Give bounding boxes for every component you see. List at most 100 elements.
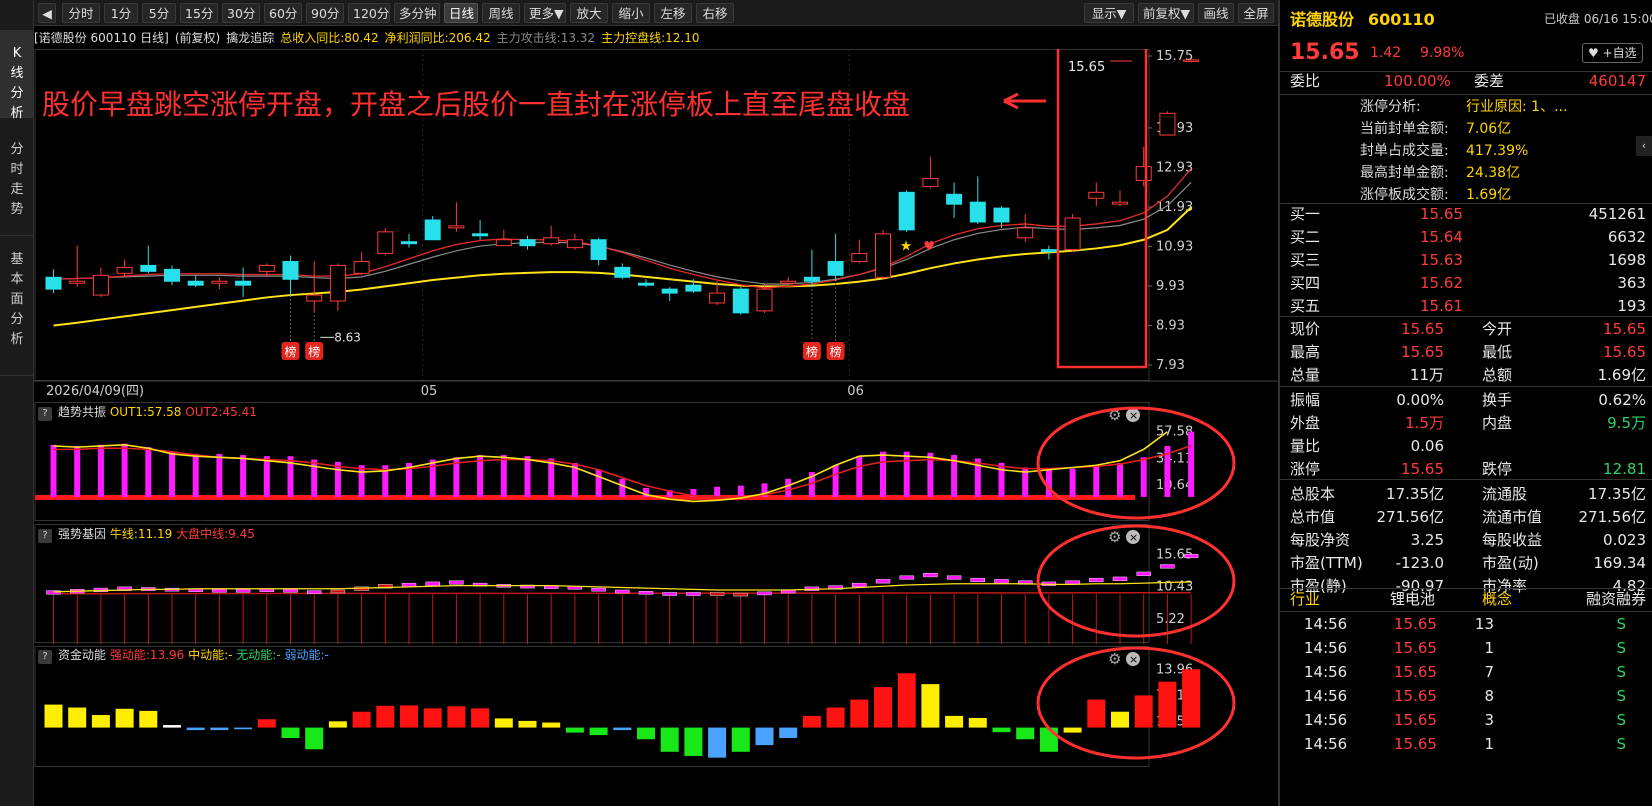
tick-side: S (1616, 687, 1626, 705)
tick-volume: 7 (1484, 663, 1494, 681)
chart-area[interactable]: 15.7513.9312.9311.9310.939.938.937.93202… (34, 43, 1278, 806)
bid-price: 15.64 (1420, 228, 1463, 246)
candle[interactable] (875, 229, 891, 280)
panel3-bar (1134, 695, 1153, 728)
chart-canvas[interactable]: 15.7513.9312.9311.9310.939.938.937.93202… (34, 43, 1278, 806)
period-button[interactable]: 多分钟 (394, 3, 440, 23)
stat-value: 0.62% (1598, 391, 1646, 409)
stat-label: 量比 (1290, 437, 1321, 455)
candle[interactable] (732, 287, 749, 315)
bid-row[interactable]: 买三 15.63 1698 (1280, 249, 1652, 272)
candle-body (45, 276, 62, 290)
candle-body (424, 219, 441, 241)
period-button[interactable]: 1分 (104, 3, 138, 23)
help-icon[interactable]: ? (38, 650, 52, 664)
period-button[interactable]: 5分 (142, 3, 176, 23)
tab-margin[interactable]: 融资融券 (1586, 588, 1646, 611)
tab-concept[interactable]: 概念 (1482, 588, 1512, 611)
candle-body (566, 239, 583, 249)
help-icon[interactable]: ? (38, 529, 52, 543)
candle-body (1183, 59, 1200, 62)
panel1-bar (311, 459, 318, 497)
panel1-bar (548, 458, 555, 497)
toolbar-right-button[interactable]: 显示▼ (1084, 3, 1134, 23)
panel2-box (212, 589, 227, 593)
candle[interactable] (377, 227, 394, 256)
period-button[interactable]: 缩小 (612, 3, 650, 23)
period-button[interactable]: 60分 (264, 3, 302, 23)
period-button[interactable]: 右移 (696, 3, 734, 23)
panel1-bar (714, 486, 721, 497)
candle[interactable] (424, 216, 441, 241)
candle-body (187, 280, 204, 286)
panel3-bar (1039, 727, 1058, 752)
help-icon[interactable]: ? (38, 407, 52, 421)
candle[interactable] (898, 190, 915, 232)
period-button[interactable]: 15分 (180, 3, 218, 23)
tick-row: 14:56 15.65 13 S (1280, 613, 1652, 636)
panel2-box (1112, 576, 1128, 581)
limit-value: 417.39% (1466, 143, 1529, 159)
indicator-name[interactable]: 擒龙追踪 (226, 31, 274, 45)
panel1-baseline (35, 494, 1135, 500)
toolbar-right-button[interactable]: 前复权▼ (1138, 3, 1194, 23)
candle-body (614, 266, 631, 278)
stat-value: 271.56亿 (1376, 508, 1445, 526)
panel2-box (899, 575, 914, 580)
period-button[interactable]: 周线 (482, 3, 520, 23)
bid-row[interactable]: 买二 15.64 6632 (1280, 226, 1652, 249)
stat-row: 市盈(TTM) -123.0 市盈(动) 169.34 (1280, 552, 1652, 575)
tab-kline-analysis[interactable]: K线分析 (0, 30, 34, 121)
period-button-active[interactable]: 日线 (444, 3, 478, 23)
panel3-bar (163, 725, 181, 728)
candle-body (495, 239, 512, 247)
add-watchlist-button[interactable]: ♥ +自选 (1582, 43, 1643, 63)
quote-header: 诺德股份 600110 已收盘 06/16 15:00 (1280, 8, 1652, 34)
panel2-box (757, 591, 772, 596)
panel1-bar (903, 451, 910, 497)
period-button[interactable]: 左移 (654, 3, 692, 23)
gear-icon[interactable]: ⚙ (1108, 528, 1121, 546)
income-growth: 总收入同比:80.42 (280, 31, 379, 45)
period-button[interactable]: 120分 (348, 3, 390, 23)
expand-icon[interactable]: ‹ (1636, 136, 1652, 156)
divider (1280, 316, 1652, 317)
tab-fundamental[interactable]: 基本面分析 (0, 236, 34, 376)
bid-row[interactable]: 买一 15.65 451261 (1280, 203, 1652, 226)
stat-row: 现价 15.65 今开 15.65 (1280, 318, 1652, 341)
bid-row[interactable]: 买四 15.62 363 (1280, 272, 1652, 295)
candle-body (353, 260, 370, 274)
period-toolbar: ◀ 分时 1分 5分 15分 30分 60分 90分 120分 多分钟 日线 周线 更多▼ 放大 缩小 左移… (34, 0, 1278, 26)
panel3-bar (968, 717, 987, 728)
tab-char: 本 (10, 272, 24, 287)
bid-row[interactable]: 买五 15.61 193 (1280, 295, 1652, 318)
period-button[interactable]: 放大 (570, 3, 608, 23)
candle-body (258, 264, 275, 272)
toolbar-right-button[interactable]: 画线 (1198, 3, 1234, 23)
tab-intraday[interactable]: 分时走势 (0, 118, 34, 236)
tick-side: S (1616, 639, 1626, 657)
stat-label: 总量 (1290, 366, 1321, 384)
stat-label: 市盈(TTM) (1290, 554, 1363, 572)
candle-body (1064, 217, 1081, 251)
period-button[interactable]: 分时 (62, 3, 100, 23)
industry-value[interactable]: 锂电池 (1390, 588, 1435, 611)
panel2-box (994, 579, 1009, 584)
gear-icon[interactable]: ⚙ (1108, 650, 1121, 668)
divider (1280, 611, 1652, 612)
period-button[interactable]: 30分 (222, 3, 260, 23)
candle-body (898, 191, 915, 231)
panel2-box (852, 582, 867, 588)
toolbar-right-button[interactable]: 全屏 (1238, 3, 1274, 23)
period-button[interactable]: 更多▼ (524, 3, 566, 23)
candle[interactable] (1183, 59, 1200, 62)
candle[interactable] (1064, 214, 1081, 252)
tab-industry[interactable]: 行业 (1290, 588, 1320, 611)
period-button[interactable]: 90分 (306, 3, 344, 23)
panel2-box (662, 592, 677, 596)
collapse-icon[interactable]: ◀ (38, 3, 56, 23)
limit-label: 封单占成交量: (1360, 143, 1449, 159)
candle[interactable] (1159, 111, 1176, 136)
stat-row: 最高 15.65 最低 15.65 (1280, 341, 1652, 364)
panel1-bar (880, 451, 886, 497)
